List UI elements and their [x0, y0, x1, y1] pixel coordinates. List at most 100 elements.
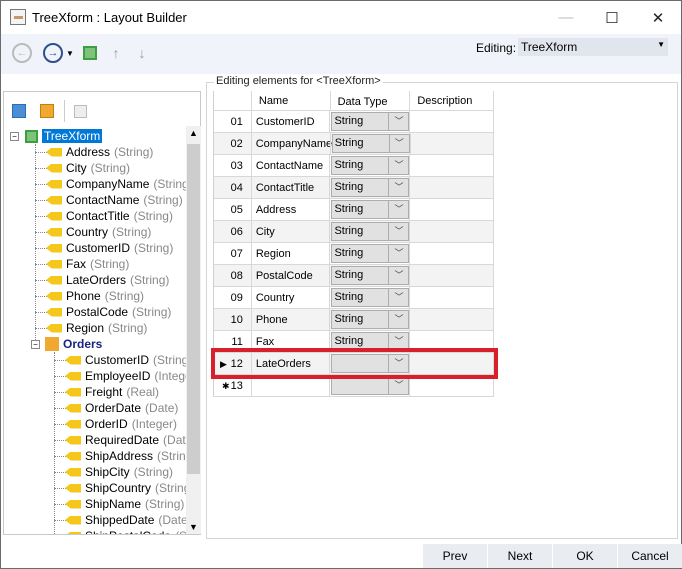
- root-node-icon[interactable]: [83, 46, 97, 60]
- tree-item-name: OrderID: [85, 417, 128, 431]
- tree-item[interactable]: Address(String): [46, 144, 153, 160]
- data-type-dropdown[interactable]: String﹀: [331, 156, 409, 175]
- element-tree[interactable]: −TreeXformAddress(String)City(String)Com…: [4, 126, 186, 534]
- tree-item[interactable]: CompanyName(String): [46, 176, 186, 192]
- tree-item[interactable]: ShipCity(String): [65, 464, 173, 480]
- table-row[interactable]: 09 Country String﹀: [214, 287, 494, 309]
- name-cell[interactable]: CustomerID: [251, 111, 330, 132]
- next-button[interactable]: Next: [487, 544, 552, 568]
- tree-item[interactable]: Fax(String): [46, 256, 129, 272]
- tree-item[interactable]: OrderDate(Date): [65, 400, 178, 416]
- table-row[interactable]: 01 CustomerID String﹀: [214, 111, 494, 133]
- tree-item[interactable]: ShipPostalCode(String): [65, 528, 186, 534]
- move-down-icon[interactable]: ↓: [132, 43, 152, 63]
- maximize-button[interactable]: ☐: [589, 1, 635, 34]
- table-row[interactable]: 02 CompanyName String﹀: [214, 133, 494, 155]
- tree-item[interactable]: EmployeeID(Integer): [65, 368, 186, 384]
- description-cell[interactable]: [409, 265, 494, 286]
- tree-item[interactable]: Phone(String): [46, 288, 144, 304]
- table-row[interactable]: 07 Region String﹀: [214, 243, 494, 265]
- tree-item[interactable]: Freight(Real): [65, 384, 159, 400]
- description-cell[interactable]: [410, 133, 494, 154]
- move-up-icon[interactable]: ↑: [106, 43, 126, 63]
- tree-item-type: (String): [108, 321, 147, 335]
- tree-item[interactable]: City(String): [46, 160, 130, 176]
- forward-dropdown-icon[interactable]: ▼: [65, 43, 75, 63]
- tree-item[interactable]: ShipAddress(String): [65, 448, 186, 464]
- table-row[interactable]: 05 Address String﹀: [214, 199, 494, 221]
- tree-group-orders[interactable]: −Orders: [31, 336, 102, 352]
- name-cell[interactable]: Country: [251, 287, 330, 308]
- description-cell[interactable]: [409, 287, 494, 308]
- scroll-up-icon[interactable]: ▲: [189, 128, 198, 138]
- scrollbar-thumb[interactable]: [187, 144, 200, 474]
- table-row[interactable]: 10 Phone String﹀: [214, 309, 494, 331]
- header-data-type[interactable]: Data Type: [330, 91, 410, 110]
- tree-item[interactable]: LateOrders(String): [46, 272, 169, 288]
- tree-item[interactable]: OrderID(Integer): [65, 416, 177, 432]
- table-row[interactable]: 04 ContactTitle String﹀: [214, 177, 494, 199]
- tree-item[interactable]: ContactTitle(String): [46, 208, 173, 224]
- data-type-dropdown[interactable]: String﹀: [332, 134, 410, 153]
- tree-item[interactable]: ContactName(String): [46, 192, 183, 208]
- collapse-icon[interactable]: −: [31, 340, 40, 349]
- description-cell[interactable]: [409, 177, 494, 198]
- data-type-dropdown[interactable]: String﹀: [331, 222, 409, 241]
- minimize-button[interactable]: —: [543, 1, 589, 34]
- data-type-dropdown[interactable]: String﹀: [331, 178, 409, 197]
- tree-item-name: City: [66, 161, 87, 175]
- scroll-down-icon[interactable]: ▼: [189, 522, 198, 532]
- tree-item[interactable]: Region(String): [46, 320, 147, 336]
- tree-item[interactable]: Country(String): [46, 224, 151, 240]
- description-cell[interactable]: [409, 155, 494, 176]
- name-cell[interactable]: Address: [251, 199, 330, 220]
- description-cell[interactable]: [409, 221, 494, 242]
- field-tag-icon: [46, 148, 62, 157]
- data-type-dropdown[interactable]: String﹀: [331, 310, 409, 329]
- description-cell[interactable]: [409, 243, 494, 264]
- close-button[interactable]: ✕: [635, 1, 681, 34]
- name-cell[interactable]: Phone: [251, 309, 330, 330]
- tree-item[interactable]: ShipName(String): [65, 496, 184, 512]
- name-cell[interactable]: ContactTitle: [251, 177, 330, 198]
- description-cell[interactable]: [409, 199, 494, 220]
- forward-icon[interactable]: →: [43, 43, 63, 63]
- table-row[interactable]: 08 PostalCode String﹀: [214, 265, 494, 287]
- tree-item[interactable]: CustomerID(String): [65, 352, 186, 368]
- add-element-icon[interactable]: [12, 104, 26, 118]
- description-cell[interactable]: [409, 309, 494, 330]
- description-cell[interactable]: [409, 111, 494, 132]
- tree-scrollbar[interactable]: ▲ ▼: [186, 126, 201, 534]
- collapse-icon[interactable]: −: [10, 132, 19, 141]
- tree-item[interactable]: RequiredDate(Date): [65, 432, 186, 448]
- data-type-dropdown[interactable]: String﹀: [331, 266, 409, 285]
- add-group-icon[interactable]: [40, 104, 54, 118]
- tree-root[interactable]: −TreeXform: [10, 128, 102, 144]
- remove-element-icon[interactable]: [74, 105, 87, 118]
- editing-select[interactable]: TreeXform▼: [518, 38, 668, 56]
- name-cell[interactable]: City: [251, 221, 330, 242]
- header-name[interactable]: Name: [251, 91, 330, 110]
- tree-item[interactable]: ShippedDate(Date): [65, 512, 186, 528]
- name-cell[interactable]: ContactName: [251, 155, 330, 176]
- data-type-dropdown[interactable]: String﹀: [331, 288, 409, 307]
- title-bar: TreeXform : Layout Builder — ☐ ✕: [1, 1, 681, 34]
- back-icon[interactable]: ←: [12, 43, 32, 63]
- data-type-dropdown[interactable]: String﹀: [331, 200, 409, 219]
- tree-item[interactable]: ShipCountry(String): [65, 480, 186, 496]
- ok-button[interactable]: OK: [552, 544, 617, 568]
- name-cell[interactable]: Region: [251, 243, 330, 264]
- table-row[interactable]: 06 City String﹀: [214, 221, 494, 243]
- tree-item[interactable]: CustomerID(String): [46, 240, 173, 256]
- cancel-button[interactable]: Cancel: [617, 544, 682, 568]
- field-tag-icon: [65, 420, 81, 429]
- name-cell[interactable]: PostalCode: [251, 265, 330, 286]
- data-type-dropdown[interactable]: String﹀: [331, 244, 409, 263]
- prev-button[interactable]: Prev: [422, 544, 487, 568]
- table-row[interactable]: 03 ContactName String﹀: [214, 155, 494, 177]
- app-icon: [10, 9, 26, 25]
- header-description[interactable]: Description: [409, 91, 494, 110]
- name-cell[interactable]: CompanyName: [251, 133, 330, 154]
- tree-item[interactable]: PostalCode(String): [46, 304, 171, 320]
- data-type-dropdown[interactable]: String﹀: [331, 112, 409, 131]
